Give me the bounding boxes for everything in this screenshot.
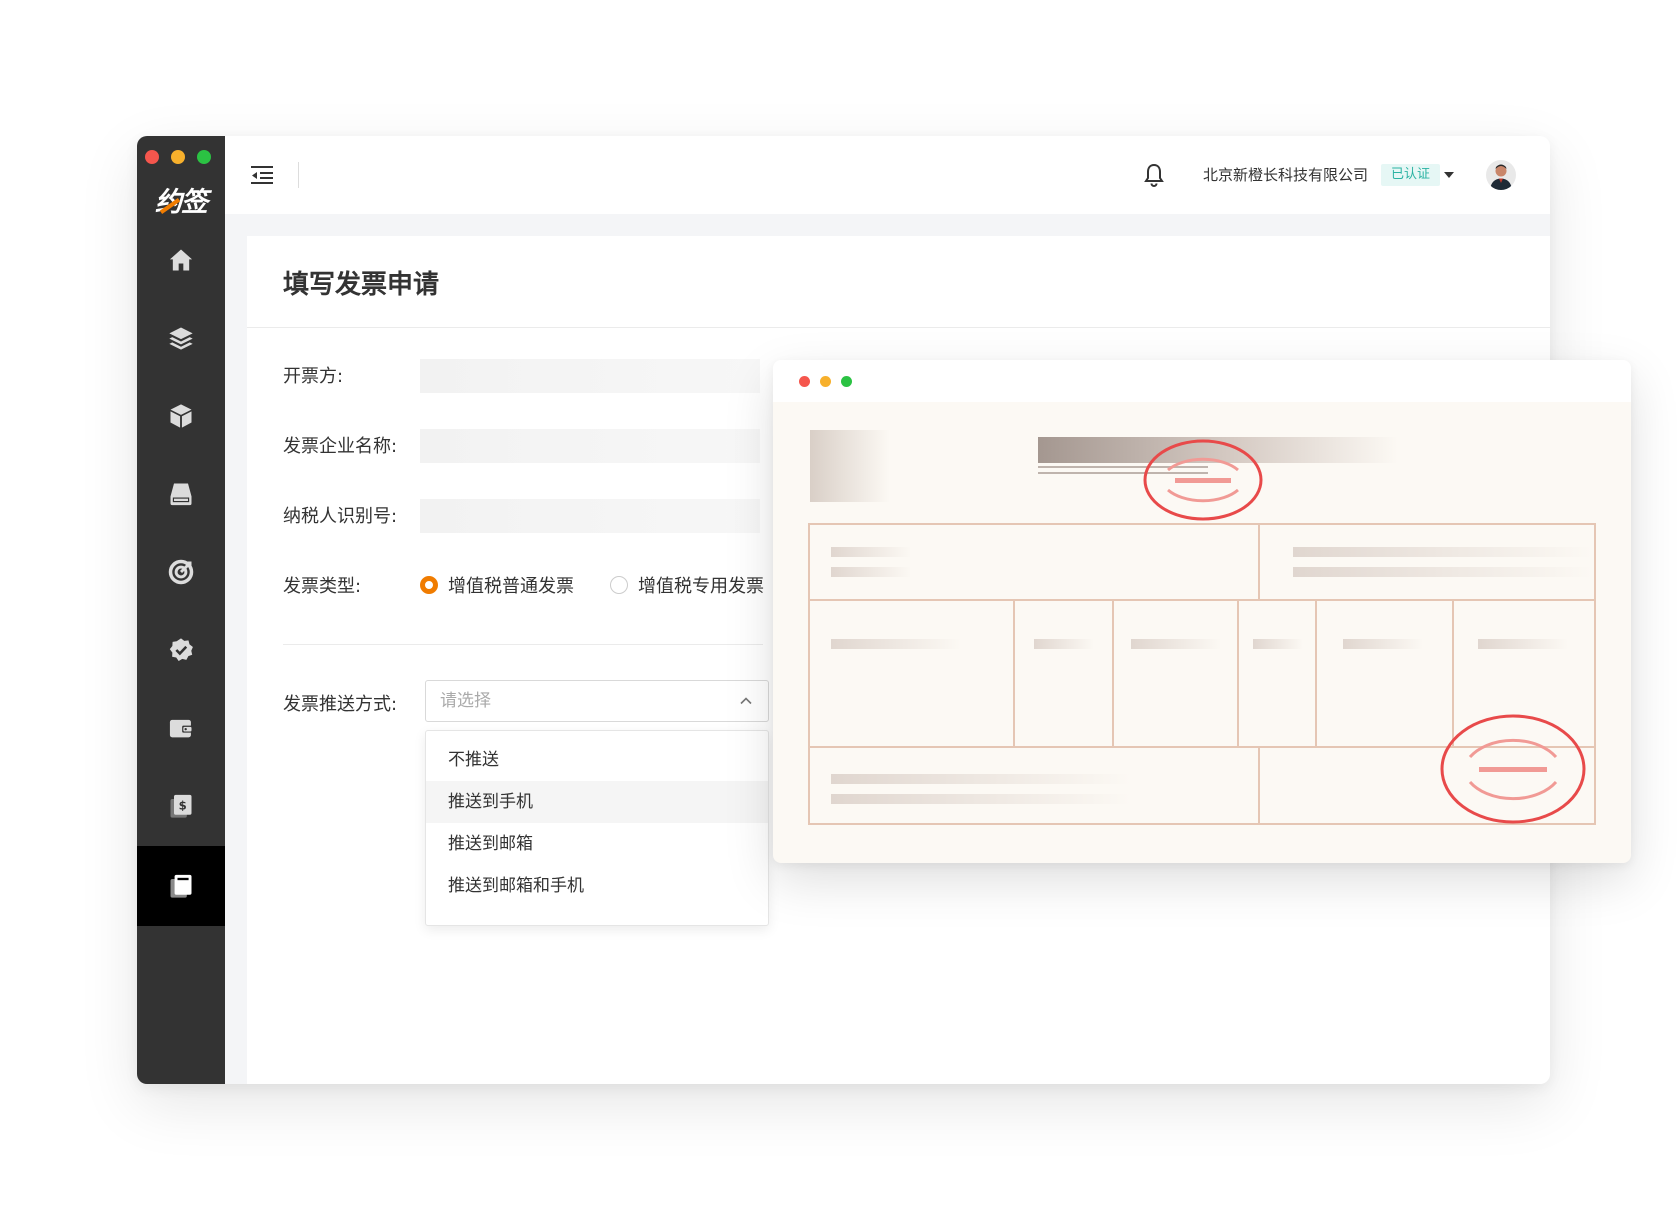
maximize-window-button[interactable] — [197, 150, 211, 164]
push-method-select[interactable]: 请选择 — [425, 680, 769, 722]
issuer-field[interactable] — [420, 359, 760, 393]
invoice-title-underline-2 — [1038, 472, 1208, 474]
tax-id-field[interactable] — [420, 499, 760, 533]
topbar-divider — [298, 162, 299, 188]
title-divider — [247, 327, 1550, 328]
sidebar-item-wallet[interactable] — [137, 688, 225, 768]
sidebar-item-verified[interactable] — [137, 610, 225, 690]
user-avatar[interactable] — [1486, 160, 1516, 190]
topbar: 北京新橙长科技有限公司 已认证 — [225, 136, 1550, 214]
invoice-title-underline — [1038, 466, 1208, 468]
app-logo[interactable]: 约签 — [151, 186, 211, 220]
chevron-up-icon — [740, 697, 752, 705]
push-method-dropdown: 不推送 推送到手机 推送到邮箱 推送到邮箱和手机 — [425, 730, 769, 926]
account-dropdown-icon[interactable] — [1444, 172, 1454, 178]
invoice-preview-window — [773, 360, 1631, 863]
verified-badge-icon — [169, 638, 193, 661]
company-name[interactable]: 北京新橙长科技有限公司 — [1203, 162, 1368, 188]
page-title: 填写发票申请 — [283, 270, 440, 300]
target-icon — [168, 559, 194, 585]
stamp-bottom — [1440, 714, 1586, 824]
option-no-push[interactable]: 不推送 — [426, 739, 768, 781]
radio-normal-invoice-label[interactable]: 增值税普通发票 — [448, 572, 574, 598]
verified-badge: 已认证 — [1380, 164, 1440, 186]
sidebar-item-invoice[interactable] — [137, 846, 225, 926]
form-divider — [283, 644, 763, 645]
invoice-qr-placeholder — [810, 430, 890, 502]
menu-collapse-icon[interactable] — [249, 162, 275, 188]
box-icon — [170, 404, 192, 428]
sidebar-item-drive[interactable] — [137, 454, 225, 534]
dollar-document-icon: $ — [170, 794, 192, 818]
bell-icon[interactable] — [1142, 162, 1166, 188]
company-name-label: 发票企业名称: — [283, 436, 398, 457]
minimize-window-button[interactable] — [171, 150, 185, 164]
invoice-placeholder-lines — [831, 547, 1593, 804]
invoice-copy-icon — [170, 874, 192, 898]
invoice-illustration — [808, 430, 1596, 825]
wallet-icon — [169, 719, 193, 738]
drive-icon — [170, 483, 192, 506]
sidebar-item-box[interactable] — [137, 376, 225, 456]
radio-special-invoice-label[interactable]: 增值税专用发票 — [638, 572, 764, 598]
push-method-label: 发票推送方式: — [283, 694, 398, 715]
option-push-email-phone[interactable]: 推送到邮箱和手机 — [426, 865, 768, 907]
sidebar-item-layers[interactable] — [137, 298, 225, 378]
invoice-type-label: 发票类型: — [283, 576, 362, 597]
preview-titlebar — [773, 360, 1631, 402]
window-controls — [145, 150, 211, 164]
sidebar-item-home[interactable] — [137, 220, 225, 300]
layers-icon — [169, 327, 193, 350]
home-icon — [169, 249, 193, 271]
preview-close-button[interactable] — [799, 376, 810, 387]
sidebar: 约签 $ — [137, 136, 225, 1084]
tax-id-label: 纳税人识别号: — [283, 506, 398, 527]
preview-maximize-button[interactable] — [841, 376, 852, 387]
stage: 约签 $ 北京新橙长科技有限公司 已认证 填写发票申请 开票方: 发票企业名称:… — [0, 0, 1680, 1216]
option-push-phone[interactable]: 推送到手机 — [426, 781, 768, 823]
close-window-button[interactable] — [145, 150, 159, 164]
issuer-label: 开票方: — [283, 366, 344, 387]
company-name-field[interactable] — [420, 429, 760, 463]
sidebar-item-target[interactable] — [137, 532, 225, 612]
preview-minimize-button[interactable] — [820, 376, 831, 387]
radio-special-invoice[interactable] — [610, 576, 628, 594]
radio-normal-invoice[interactable] — [420, 576, 438, 594]
option-push-email[interactable]: 推送到邮箱 — [426, 823, 768, 865]
sidebar-item-finance[interactable]: $ — [137, 766, 225, 846]
push-method-placeholder: 请选择 — [440, 691, 491, 711]
svg-text:$: $ — [179, 799, 187, 813]
avatar-person-icon — [1490, 164, 1512, 190]
preview-window-controls — [799, 376, 852, 387]
